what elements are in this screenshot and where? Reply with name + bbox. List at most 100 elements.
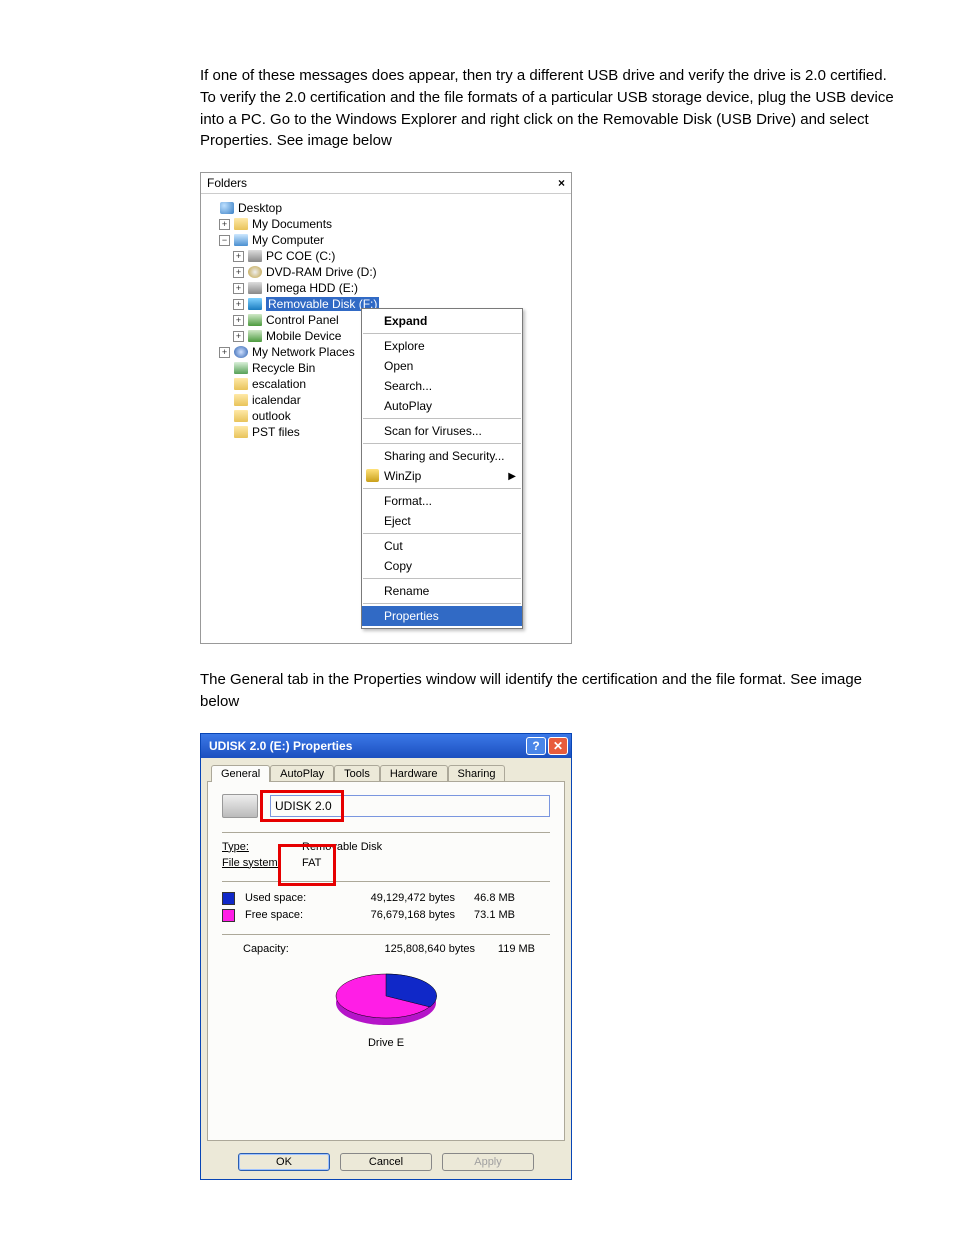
tab-hardware[interactable]: Hardware xyxy=(380,765,448,782)
menu-item[interactable]: Cut xyxy=(362,536,522,556)
filesystem-label: File system: xyxy=(222,857,294,869)
close-icon[interactable]: × xyxy=(558,176,565,190)
drive-icon xyxy=(248,282,262,294)
dvd-icon xyxy=(248,266,262,278)
menu-item-label: Properties xyxy=(384,609,439,623)
menu-separator xyxy=(363,533,521,534)
tree-item-label: PC COE (C:) xyxy=(266,249,335,263)
free-mb: 73.1 MB xyxy=(455,909,515,921)
expand-icon[interactable]: + xyxy=(233,331,244,342)
tree-item[interactable]: +My Documents xyxy=(205,216,567,232)
folder-icon xyxy=(234,410,248,422)
menu-item[interactable]: Open xyxy=(362,356,522,376)
help-icon[interactable]: ? xyxy=(526,737,546,755)
ok-button[interactable]: OK xyxy=(238,1153,330,1171)
folder-icon xyxy=(234,394,248,406)
free-swatch xyxy=(222,909,235,922)
tree-item-label: icalendar xyxy=(252,393,301,407)
tree-item-label: PST files xyxy=(252,425,300,439)
menu-item[interactable]: AutoPlay xyxy=(362,396,522,416)
folder-icon xyxy=(234,218,248,230)
expand-icon[interactable]: + xyxy=(219,219,230,230)
expand-icon[interactable]: − xyxy=(219,235,230,246)
menu-item-label: WinZip xyxy=(384,469,421,483)
tab-general-body: UDISK 2.0 Type: Removable Disk File syst… xyxy=(207,781,565,1141)
cancel-button[interactable]: Cancel xyxy=(340,1153,432,1171)
menu-item-label: Expand xyxy=(384,314,427,328)
close-icon[interactable]: ✕ xyxy=(548,737,568,755)
menu-item[interactable]: WinZip▶ xyxy=(362,466,522,486)
drive-icon xyxy=(248,250,262,262)
desktop-icon xyxy=(220,202,234,214)
comp-icon xyxy=(234,234,248,246)
pie-chart xyxy=(326,963,446,1033)
tab-tools[interactable]: Tools xyxy=(334,765,380,782)
menu-item[interactable]: Scan for Viruses... xyxy=(362,421,522,441)
tree-item-label: escalation xyxy=(252,377,306,391)
expand-icon[interactable]: + xyxy=(219,347,230,358)
menu-item[interactable]: Eject xyxy=(362,511,522,531)
used-label: Used space: xyxy=(245,892,335,904)
tree-item[interactable]: +Iomega HDD (E:) xyxy=(205,280,567,296)
expand-icon[interactable]: + xyxy=(233,251,244,262)
winzip-icon xyxy=(366,469,379,482)
menu-item-label: Scan for Viruses... xyxy=(384,424,482,438)
menu-item[interactable]: Rename xyxy=(362,581,522,601)
menu-item[interactable]: Search... xyxy=(362,376,522,396)
tab-autoplay[interactable]: AutoPlay xyxy=(270,765,334,782)
expand-icon[interactable]: + xyxy=(233,283,244,294)
type-label: Type: xyxy=(222,841,294,853)
tree-item[interactable]: −My Computer xyxy=(205,232,567,248)
menu-item-label: Cut xyxy=(384,539,403,553)
menu-item[interactable]: Expand xyxy=(362,311,522,331)
menu-separator xyxy=(363,603,521,604)
tree-item-label: Control Panel xyxy=(266,313,339,327)
explorer-screenshot: Folders × Desktop+My Documents−My Comput… xyxy=(200,172,572,644)
tab-general[interactable]: General xyxy=(211,765,270,782)
expand-icon[interactable]: + xyxy=(233,315,244,326)
type-value: Removable Disk xyxy=(302,841,382,853)
tree-item[interactable]: + DVD-RAM Drive (D:) xyxy=(205,264,567,280)
tree-item[interactable]: Desktop xyxy=(205,200,567,216)
context-menu[interactable]: Expand Explore Open Search... AutoPlay Scan f… xyxy=(361,308,523,629)
menu-item[interactable]: Sharing and Security... xyxy=(362,446,522,466)
tree-item-label: DVD-RAM Drive (D:) xyxy=(266,265,377,279)
volume-name-field[interactable]: UDISK 2.0 xyxy=(270,795,550,817)
menu-item-label: Search... xyxy=(384,379,432,393)
menu-item[interactable]: Format... xyxy=(362,491,522,511)
tree-item-label: Desktop xyxy=(238,201,282,215)
menu-item[interactable]: Explore xyxy=(362,336,522,356)
used-swatch xyxy=(222,892,235,905)
apply-button: Apply xyxy=(442,1153,534,1171)
filesystem-value: FAT xyxy=(302,857,321,869)
tab-strip[interactable]: GeneralAutoPlayToolsHardwareSharing xyxy=(201,758,571,781)
capacity-label: Capacity: xyxy=(222,943,355,955)
menu-item[interactable]: Properties xyxy=(362,606,522,626)
folders-pane-title: Folders xyxy=(207,176,247,190)
menu-separator xyxy=(363,333,521,334)
free-label: Free space: xyxy=(245,909,335,921)
menu-item-label: Copy xyxy=(384,559,412,573)
used-mb: 46.8 MB xyxy=(455,892,515,904)
folder-icon xyxy=(234,378,248,390)
properties-dialog: UDISK 2.0 (E:) Properties ? ✕ GeneralAut… xyxy=(200,733,572,1180)
window-title: UDISK 2.0 (E:) Properties xyxy=(209,739,352,753)
menu-separator xyxy=(363,418,521,419)
rem-icon xyxy=(248,298,262,310)
rec-icon xyxy=(234,362,248,374)
expand-icon[interactable]: + xyxy=(233,267,244,278)
instruction-paragraph-2: The General tab in the Properties window… xyxy=(200,669,900,713)
menu-item[interactable]: Copy xyxy=(362,556,522,576)
drive-icon xyxy=(222,794,258,818)
titlebar: UDISK 2.0 (E:) Properties ? ✕ xyxy=(201,734,571,758)
expand-icon[interactable]: + xyxy=(233,299,244,310)
tab-sharing[interactable]: Sharing xyxy=(448,765,506,782)
menu-item-label: Explore xyxy=(384,339,425,353)
cp-icon xyxy=(248,330,262,342)
menu-item-label: Eject xyxy=(384,514,411,528)
tree-item-label: Recycle Bin xyxy=(252,361,315,375)
net-icon xyxy=(234,346,248,358)
tree-item-label: Mobile Device xyxy=(266,329,341,343)
menu-item-label: AutoPlay xyxy=(384,399,432,413)
tree-item[interactable]: + PC COE (C:) xyxy=(205,248,567,264)
